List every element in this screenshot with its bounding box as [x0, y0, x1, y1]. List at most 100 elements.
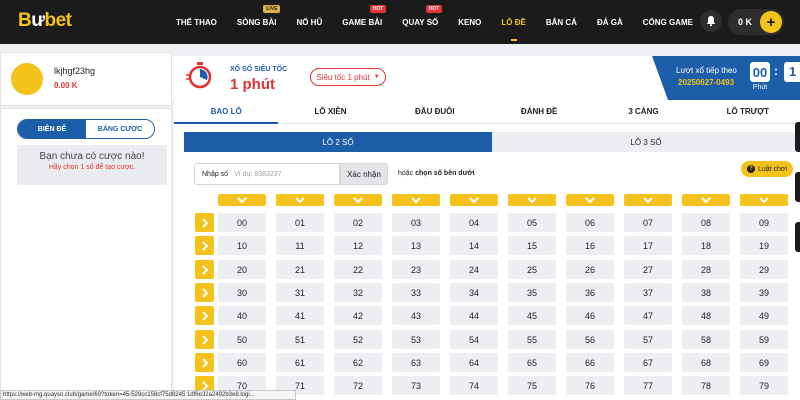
row-select-chevron-right-icon[interactable]	[195, 283, 214, 302]
number-cell[interactable]: 72	[334, 376, 382, 395]
column-select-chevron-down-icon[interactable]	[450, 194, 498, 206]
number-cell[interactable]: 27	[624, 260, 672, 279]
side-float-tab[interactable]	[795, 222, 800, 252]
tab-1[interactable]: LÔ XIÊN	[278, 100, 382, 123]
number-cell[interactable]: 76	[566, 376, 614, 395]
tab-2[interactable]: ĐẦU ĐUÔI	[383, 100, 487, 123]
number-cell[interactable]: 51	[276, 330, 324, 349]
row-select-chevron-right-icon[interactable]	[195, 236, 214, 255]
number-cell[interactable]: 49	[740, 306, 788, 325]
deposit-plus-button[interactable]: +	[760, 11, 782, 33]
row-select-chevron-right-icon[interactable]	[195, 353, 214, 372]
number-cell[interactable]: 41	[276, 306, 324, 325]
number-cell[interactable]: 36	[566, 283, 614, 302]
number-cell[interactable]: 66	[566, 353, 614, 372]
number-cell[interactable]: 31	[276, 283, 324, 302]
number-cell[interactable]: 22	[334, 260, 382, 279]
header-balance[interactable]: 0 K +	[728, 9, 784, 35]
number-cell[interactable]: 78	[682, 376, 730, 395]
number-cell[interactable]: 19	[740, 236, 788, 255]
number-cell[interactable]: 21	[276, 260, 324, 279]
number-cell[interactable]: 73	[392, 376, 440, 395]
column-select-chevron-down-icon[interactable]	[392, 194, 440, 206]
number-cell[interactable]: 02	[334, 213, 382, 232]
number-cell[interactable]: 24	[450, 260, 498, 279]
column-select-chevron-down-icon[interactable]	[566, 194, 614, 206]
number-cell[interactable]: 12	[334, 236, 382, 255]
number-cell[interactable]: 63	[392, 353, 440, 372]
logo[interactable]: Bưbet	[18, 10, 72, 32]
nav-item-8[interactable]: ĐÁ GÀ	[587, 0, 633, 44]
column-select-chevron-down-icon[interactable]	[682, 194, 730, 206]
number-cell[interactable]: 13	[392, 236, 440, 255]
tab-bien-de[interactable]: BIÊN ĐỂ	[18, 120, 86, 138]
number-cell[interactable]: 46	[566, 306, 614, 325]
number-cell[interactable]: 29	[740, 260, 788, 279]
tab-3[interactable]: ĐÁNH ĐỀ	[487, 100, 591, 123]
number-cell[interactable]: 20	[218, 260, 266, 279]
row-select-chevron-right-icon[interactable]	[195, 306, 214, 325]
number-cell[interactable]: 40	[218, 306, 266, 325]
column-select-chevron-down-icon[interactable]	[508, 194, 556, 206]
subtab-lo-2-so[interactable]: LÔ 2 SỐ	[184, 132, 492, 152]
number-cell[interactable]: 48	[682, 306, 730, 325]
tab-5[interactable]: LÔ TRƯỢT	[696, 100, 800, 123]
number-cell[interactable]: 09	[740, 213, 788, 232]
number-cell[interactable]: 34	[450, 283, 498, 302]
nav-item-7[interactable]: BẮN CÁ	[536, 0, 587, 44]
number-cell[interactable]: 06	[566, 213, 614, 232]
number-input[interactable]: Nhập số Ví dụ: 8383237	[194, 163, 340, 185]
row-select-chevron-right-icon[interactable]	[195, 260, 214, 279]
tab-4[interactable]: 3 CÀNG	[591, 100, 695, 123]
number-cell[interactable]: 52	[334, 330, 382, 349]
number-cell[interactable]: 61	[276, 353, 324, 372]
number-cell[interactable]: 64	[450, 353, 498, 372]
number-cell[interactable]: 53	[392, 330, 440, 349]
number-cell[interactable]: 69	[740, 353, 788, 372]
number-cell[interactable]: 50	[218, 330, 266, 349]
number-cell[interactable]: 15	[508, 236, 556, 255]
speed-select[interactable]: Siêu tốc 1 phút ▼	[310, 68, 386, 86]
column-select-chevron-down-icon[interactable]	[740, 194, 788, 206]
number-cell[interactable]: 23	[392, 260, 440, 279]
number-cell[interactable]: 25	[508, 260, 556, 279]
number-cell[interactable]: 05	[508, 213, 556, 232]
number-cell[interactable]: 57	[624, 330, 672, 349]
number-cell[interactable]: 04	[450, 213, 498, 232]
number-cell[interactable]: 77	[624, 376, 672, 395]
number-cell[interactable]: 03	[392, 213, 440, 232]
nav-item-1[interactable]: SÒNG BÀI LIVE	[227, 0, 287, 44]
number-cell[interactable]: 44	[450, 306, 498, 325]
nav-item-2[interactable]: NỔ HŨ	[286, 0, 332, 44]
number-cell[interactable]: 60	[218, 353, 266, 372]
rules-button[interactable]: ? Luật chơi	[741, 161, 793, 177]
nav-item-3[interactable]: GAME BÀI HOT	[332, 0, 392, 44]
number-cell[interactable]: 39	[740, 283, 788, 302]
nav-item-9[interactable]: CỔNG GAME	[633, 0, 703, 44]
side-float-tab[interactable]	[795, 122, 800, 152]
number-cell[interactable]: 17	[624, 236, 672, 255]
nav-item-4[interactable]: QUAY SỐ HOT	[392, 0, 448, 44]
number-cell[interactable]: 32	[334, 283, 382, 302]
column-select-chevron-down-icon[interactable]	[218, 194, 266, 206]
number-cell[interactable]: 43	[392, 306, 440, 325]
number-cell[interactable]: 18	[682, 236, 730, 255]
number-cell[interactable]: 45	[508, 306, 556, 325]
number-cell[interactable]: 67	[624, 353, 672, 372]
number-cell[interactable]: 28	[682, 260, 730, 279]
number-cell[interactable]: 74	[450, 376, 498, 395]
side-float-tab[interactable]	[795, 172, 800, 202]
number-cell[interactable]: 62	[334, 353, 382, 372]
row-select-chevron-right-icon[interactable]	[195, 330, 214, 349]
number-cell[interactable]: 65	[508, 353, 556, 372]
number-cell[interactable]: 14	[450, 236, 498, 255]
tab-0[interactable]: BAO LÔ	[174, 100, 279, 124]
number-cell[interactable]: 01	[276, 213, 324, 232]
column-select-chevron-down-icon[interactable]	[624, 194, 672, 206]
nav-item-0[interactable]: THỂ THAO	[166, 0, 227, 44]
number-cell[interactable]: 30	[218, 283, 266, 302]
column-select-chevron-down-icon[interactable]	[334, 194, 382, 206]
number-cell[interactable]: 79	[740, 376, 788, 395]
number-cell[interactable]: 42	[334, 306, 382, 325]
number-cell[interactable]: 37	[624, 283, 672, 302]
